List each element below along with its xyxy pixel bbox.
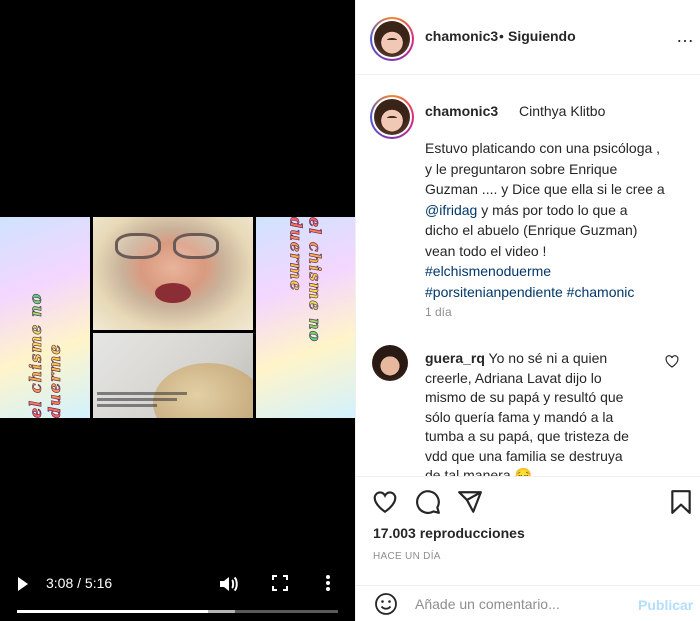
more-options-icon[interactable]: … (676, 26, 695, 47)
sticker-text: el chisme no duerme (26, 217, 65, 418)
comment-item: guera_rq Yo no sé ni a quien creerle, Ad… (356, 343, 700, 476)
view-count[interactable]: 17.003 reproducciones (373, 525, 525, 541)
video-time: 3:08 / 5:16 (46, 575, 112, 591)
caption-line: vean todo el video ! (425, 242, 547, 259)
add-comment-bar: Publicar (356, 585, 700, 621)
comment-icon[interactable] (415, 489, 441, 515)
video-progress-bar[interactable] (17, 610, 338, 613)
commenter-username[interactable]: guera_rq (425, 350, 485, 366)
current-time: 3:08 (46, 575, 74, 591)
more-options-icon[interactable] (325, 574, 331, 592)
comment-line: creerle, Adriana Lavat dijo lo (425, 369, 602, 386)
caption-timestamp[interactable]: 1 día (425, 305, 452, 319)
comment-input[interactable] (415, 592, 635, 616)
hashtag-link[interactable]: #porsitenianpendiente (425, 284, 563, 300)
comment-like-icon[interactable] (665, 355, 679, 368)
comment-line: de tal manera 😔 (425, 467, 532, 476)
mention-link[interactable]: @ifridag (425, 202, 477, 218)
duration: 5:16 (84, 575, 113, 591)
comment-text: guera_rq Yo no sé ni a quien creerle, Ad… (425, 349, 665, 476)
avatar[interactable] (370, 95, 414, 139)
comment-line: mismo de su papá y resultó que (425, 389, 624, 405)
comment-text-fragment: Yo no sé ni a quien (484, 350, 608, 366)
share-icon[interactable] (457, 489, 483, 515)
post-comment-button[interactable]: Publicar (638, 597, 693, 613)
video-second-cam (93, 333, 253, 418)
comment-line: sólo quería fama y mandó a la (425, 408, 614, 425)
caption-line: y le preguntaron sobre Enrique (425, 160, 618, 177)
avatar[interactable] (370, 17, 414, 61)
caption-text-fragment: y más por todo lo que a (477, 201, 628, 218)
post-side-panel: chamonic3 • Siguiendo … chamonic3 Cinthy… (355, 0, 700, 621)
caption-line: @ifridag y más por todo lo que a (425, 200, 691, 221)
post-date[interactable]: HACE UN DÍA (373, 551, 441, 562)
post-caption: chamonic3 Cinthya Klitbo Estuvo platican… (356, 75, 700, 335)
separator-dot: • (499, 28, 504, 44)
header-username[interactable]: chamonic3 (425, 28, 498, 44)
video-face-cam (93, 217, 253, 330)
video-frame[interactable]: el chisme no duerme el chisme no duerme (0, 217, 355, 418)
caption-line: Guzman .... y Dice que ella si le cree a (425, 181, 665, 197)
progress-fill (17, 610, 208, 613)
post-header: chamonic3 • Siguiendo … (356, 0, 700, 75)
video-controls: 3:08 / 5:16 (0, 568, 355, 608)
sticker-text: el chisme no duerme (286, 217, 325, 418)
caption-line: dicho el abuelo (Enrique Guzman) (425, 222, 638, 238)
caption-line: #elchismenoduerme (425, 261, 691, 282)
mouth (155, 283, 191, 303)
caption-line: Estuvo platicando con una psicóloga , (425, 140, 661, 156)
time-separator: / (73, 575, 85, 591)
comment-line: guera_rq Yo no sé ni a quien (425, 349, 665, 369)
embedded-comment (97, 389, 197, 413)
play-icon[interactable] (18, 577, 28, 591)
emoji-icon[interactable] (374, 592, 398, 616)
bookmark-icon[interactable] (668, 489, 694, 515)
hashtag-link[interactable]: #elchismenoduerme (425, 263, 551, 279)
fullscreen-icon[interactable] (272, 575, 288, 591)
sticker-right: el chisme no duerme (256, 217, 355, 418)
caption-display-name: Cinthya Klitbo (519, 103, 606, 119)
volume-icon[interactable] (218, 574, 240, 594)
sticker-left: el chisme no duerme (0, 217, 90, 418)
commenter-avatar[interactable] (372, 345, 408, 381)
caption-username[interactable]: chamonic3 (425, 103, 498, 119)
comment-line: tumba a su papá, que tristeza de (425, 428, 629, 444)
caption-line: #porsitenianpendiente #chamonic (425, 282, 691, 303)
glasses (115, 233, 225, 263)
comment-line: vdd que una familia se destruya (425, 447, 623, 464)
video-player[interactable]: el chisme no duerme el chisme no duerme … (0, 0, 355, 621)
hashtag-link[interactable]: #chamonic (567, 284, 635, 300)
caption-text: Estuvo platicando con una psicóloga , y … (425, 138, 691, 302)
heart-icon[interactable] (372, 489, 398, 515)
following-button[interactable]: Siguiendo (508, 28, 576, 44)
